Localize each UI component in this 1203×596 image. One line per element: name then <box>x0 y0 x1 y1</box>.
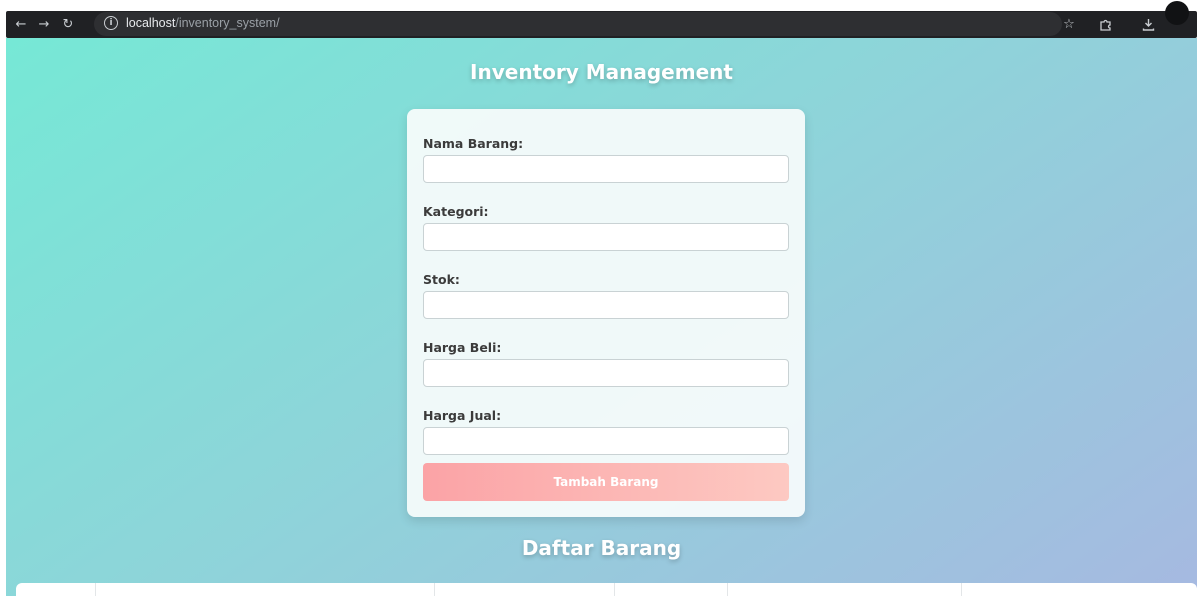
nama-barang-label: Nama Barang: <box>423 136 524 151</box>
page-viewport: Inventory Management Nama Barang: Katego… <box>6 38 1197 596</box>
stok-label: Stok: <box>423 272 460 287</box>
forward-arrow-icon[interactable]: → <box>33 11 55 38</box>
tambah-barang-button[interactable]: Tambah Barang <box>423 463 789 501</box>
browser-toolbar: ← → ↻ i localhost/inventory_system/ ☆ <box>6 11 1197 38</box>
address-bar[interactable]: i localhost/inventory_system/ <box>94 12 1062 36</box>
table-column-divider <box>95 583 96 596</box>
daftar-barang-title: Daftar Barang <box>521 536 682 560</box>
url-host: localhost <box>126 16 176 30</box>
page-title: Inventory Management <box>470 60 733 84</box>
download-icon[interactable] <box>1137 11 1159 38</box>
harga-beli-input[interactable] <box>423 359 789 387</box>
site-info-icon[interactable]: i <box>104 16 118 30</box>
profile-avatar[interactable] <box>1165 1 1189 25</box>
table-column-divider <box>614 583 615 596</box>
table-column-divider <box>727 583 728 596</box>
harga-beli-label: Harga Beli: <box>423 340 502 355</box>
url-text[interactable]: localhost/inventory_system/ <box>126 16 280 30</box>
kategori-input[interactable] <box>423 223 789 251</box>
harga-jual-label: Harga Jual: <box>423 408 502 423</box>
items-table <box>16 583 1197 596</box>
stok-input[interactable] <box>423 291 789 319</box>
browser-chrome: ← → ↻ i localhost/inventory_system/ ☆ <box>0 0 1203 40</box>
extensions-puzzle-icon[interactable] <box>1094 11 1116 38</box>
harga-jual-input[interactable] <box>423 427 789 455</box>
add-item-form: Nama Barang: Kategori: Stok: Harga Beli:… <box>407 109 805 517</box>
table-column-divider <box>961 583 962 596</box>
back-arrow-icon[interactable]: ← <box>10 11 32 38</box>
table-column-divider <box>434 583 435 596</box>
nama-barang-input[interactable] <box>423 155 789 183</box>
url-path: /inventory_system/ <box>175 16 280 30</box>
kategori-label: Kategori: <box>423 204 489 219</box>
reload-icon[interactable]: ↻ <box>57 11 79 38</box>
bookmark-star-icon[interactable]: ☆ <box>1058 11 1080 38</box>
